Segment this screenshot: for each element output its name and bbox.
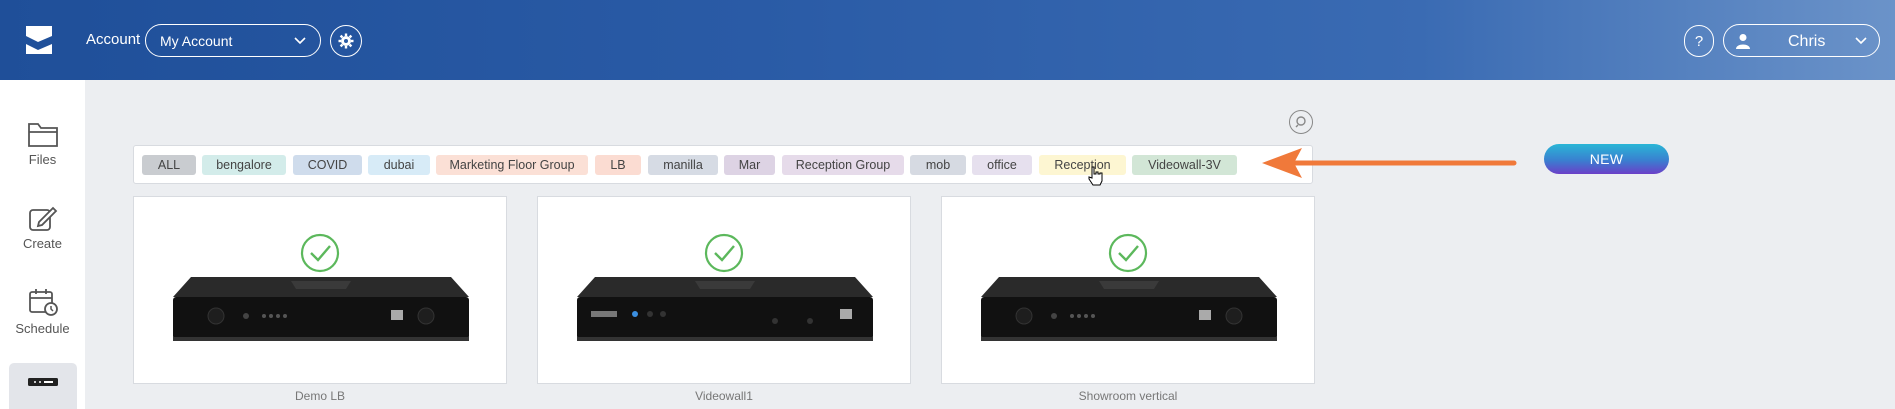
account-label: Account [86, 31, 141, 48]
edit-icon [28, 206, 57, 231]
sidebar: Files Create Schedule [0, 80, 85, 409]
chevron-down-icon [1855, 37, 1867, 45]
tag-filter[interactable]: bengalore [202, 155, 286, 175]
device-icon [28, 378, 58, 386]
sidebar-item-files[interactable]: Files [0, 120, 85, 167]
tag-filter[interactable]: Reception [1039, 155, 1126, 175]
search-icon [1295, 116, 1306, 128]
media-player-device-icon [173, 277, 469, 341]
top-header: Account My Account ? Chris [0, 0, 1895, 80]
tag-filter[interactable]: office [972, 155, 1032, 175]
tag-label: manilla [663, 158, 703, 172]
account-select[interactable]: My Account [145, 24, 321, 57]
gear-icon [338, 33, 354, 49]
hand-cursor-icon [1088, 166, 1103, 186]
tag-label: LB [610, 158, 626, 172]
tag-label: dubai [383, 158, 415, 172]
sidebar-item-label: Create [22, 236, 63, 251]
device-card[interactable] [537, 196, 911, 384]
tag-label: Mar [738, 158, 761, 172]
device-name: Videowall1 [695, 389, 753, 403]
tag-label: bengalore [216, 158, 272, 172]
media-player-device-icon [577, 277, 873, 341]
tag-label: Reception Group [795, 158, 891, 172]
device-name: Demo LB [294, 389, 346, 403]
tag-label: mob [925, 158, 951, 172]
check-circle-icon [704, 233, 744, 273]
user-name: Chris [1788, 33, 1826, 50]
tag-label: office [987, 158, 1017, 172]
sidebar-item-devices[interactable] [9, 363, 77, 409]
media-player-device-icon [981, 277, 1277, 341]
sidebar-item-schedule[interactable]: Schedule [0, 287, 85, 336]
settings-button[interactable] [330, 25, 362, 57]
account-select-value: My Account [160, 33, 233, 49]
annotation-arrow-icon [1262, 148, 1517, 178]
user-menu-button[interactable]: Chris [1723, 24, 1880, 57]
user-icon [1736, 34, 1750, 49]
device-card[interactable] [941, 196, 1315, 384]
sidebar-item-create[interactable]: Create [0, 204, 85, 251]
tag-filter[interactable]: dubai [368, 155, 430, 175]
check-circle-icon [300, 233, 340, 273]
tag-filter[interactable]: manilla [648, 155, 718, 175]
tag-label: Videowall-3V [1148, 158, 1221, 172]
tag-filter-bar: ALL bengalore COVID dubai Marketing Floo… [133, 145, 1313, 186]
tag-label: ALL [157, 158, 181, 172]
tag-label: Marketing Floor Group [449, 158, 575, 172]
help-label: ? [1694, 32, 1704, 50]
tag-filter[interactable]: Marketing Floor Group [436, 155, 588, 175]
chevron-down-icon [294, 37, 306, 45]
device-name: Showroom vertical [1078, 389, 1178, 403]
tag-filter[interactable]: Videowall-3V [1132, 155, 1237, 175]
folder-icon [27, 123, 58, 147]
search-button[interactable] [1289, 110, 1313, 134]
calendar-clock-icon [28, 289, 58, 316]
new-button-label: NEW [1589, 151, 1624, 167]
sidebar-item-label: Files [28, 152, 57, 167]
tag-label: COVID [307, 158, 348, 172]
help-button[interactable]: ? [1684, 25, 1714, 57]
tag-filter[interactable]: Reception Group [782, 155, 904, 175]
tag-filter[interactable]: Mar [724, 155, 775, 175]
tag-filter[interactable]: ALL [142, 155, 196, 175]
brand-logo-icon[interactable] [22, 22, 58, 58]
check-circle-icon [1108, 233, 1148, 273]
tag-filter[interactable]: COVID [293, 155, 362, 175]
new-button[interactable]: NEW [1544, 144, 1669, 174]
device-card[interactable] [133, 196, 507, 384]
sidebar-item-label: Schedule [15, 321, 70, 336]
tag-filter[interactable]: mob [910, 155, 966, 175]
tag-filter[interactable]: LB [595, 155, 641, 175]
